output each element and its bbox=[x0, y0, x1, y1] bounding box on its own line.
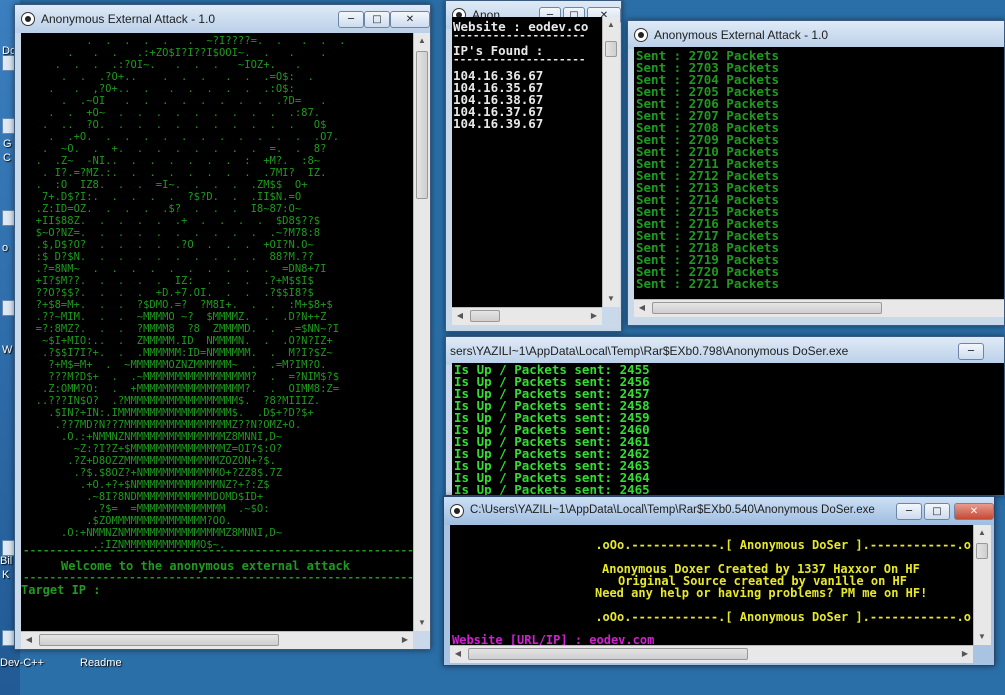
anonymous-mask-icon bbox=[21, 12, 35, 26]
titlebar[interactable]: sers\YAZILI~1\AppData\Local\Temp\Rar$EXb… bbox=[446, 337, 1004, 365]
window-title: sers\YAZILI~1\AppData\Local\Temp\Rar$EXb… bbox=[450, 344, 849, 358]
packet-status-line: Is Up / Packets sent: 2465 bbox=[454, 482, 650, 496]
anonymous-mask-icon bbox=[450, 504, 464, 518]
window-doser-540[interactable]: C:\Users\YAZILI~1\AppData\Local\Temp\Rar… bbox=[443, 496, 995, 666]
sent-packet-line: Sent : 2721 Packets bbox=[636, 276, 779, 291]
scroll-left-arrow-icon[interactable]: ◀ bbox=[453, 309, 467, 323]
scroll-up-arrow-icon[interactable]: ▲ bbox=[604, 18, 618, 32]
banner-bottom: .oOo.------------.[ Anonymous DoSer ].--… bbox=[595, 610, 971, 624]
minimize-button[interactable]: ─ bbox=[896, 503, 922, 520]
separator-line: -------------------- bbox=[453, 53, 586, 66]
scroll-left-arrow-icon[interactable]: ◀ bbox=[635, 301, 649, 315]
minimize-button[interactable]: ─ bbox=[958, 343, 984, 360]
titlebar[interactable]: C:\Users\YAZILI~1\AppData\Local\Temp\Rar… bbox=[444, 497, 994, 525]
console-output[interactable]: .oOo.------------.[ Anonymous DoSer ].--… bbox=[450, 525, 973, 645]
credit-line: Need any help or having problems? PM me … bbox=[595, 586, 928, 600]
minimize-button[interactable]: ─ bbox=[338, 11, 364, 28]
scroll-down-arrow-icon[interactable]: ▼ bbox=[415, 616, 429, 630]
banner-top: .oOo.------------.[ Anonymous DoSer ].--… bbox=[595, 538, 971, 552]
titlebar[interactable]: Anonymous External Attack - 1.0 bbox=[628, 21, 1004, 49]
window-external-attack-main[interactable]: Anonymous External Attack - 1.0 ─ □ ✕ . … bbox=[14, 4, 431, 650]
scroll-right-arrow-icon[interactable]: ▶ bbox=[398, 633, 412, 647]
scroll-thumb[interactable] bbox=[416, 51, 428, 199]
maximize-button[interactable]: □ bbox=[364, 11, 390, 28]
desktop-label: o bbox=[2, 242, 9, 254]
website-input-prompt[interactable]: Website [URL/IP] : eodev.com bbox=[452, 633, 654, 645]
maximize-button[interactable]: □ bbox=[924, 503, 950, 520]
console-output[interactable]: . . . . . . ~?I????=. . . . . . . . .:+Z… bbox=[21, 33, 413, 631]
close-button[interactable]: ✕ bbox=[954, 503, 994, 520]
vertical-scrollbar[interactable]: ▲ ▼ bbox=[602, 17, 620, 307]
desktop-label: C bbox=[3, 152, 11, 164]
scroll-thumb[interactable] bbox=[39, 634, 279, 646]
ip-entry: 104.16.39.67 bbox=[453, 116, 544, 131]
scroll-thumb[interactable] bbox=[652, 302, 882, 314]
separator-line: ----------------------------------------… bbox=[23, 544, 413, 557]
ascii-art-mask: . . . . . . ~?I????=. . . . . . . . .:+Z… bbox=[35, 35, 346, 551]
anonymous-mask-icon bbox=[634, 28, 648, 42]
horizontal-scrollbar[interactable]: ◀ ▶ bbox=[21, 631, 413, 649]
window-ip-finder[interactable]: Anon... ─ □ ✕ Website : eodev.co -------… bbox=[445, 0, 622, 332]
horizontal-scrollbar[interactable]: ◀ bbox=[634, 299, 1004, 317]
horizontal-scrollbar[interactable]: ◀ ▶ bbox=[450, 645, 973, 663]
console-output[interactable]: Sent : 2702 Packets Sent : 2703 Packets Se… bbox=[634, 47, 1004, 299]
separator-line: -------------------- bbox=[453, 29, 586, 42]
titlebar[interactable]: Anonymous External Attack - 1.0 ─ □ ✕ bbox=[15, 5, 430, 33]
console-output[interactable]: Website : eodev.co -------------------- … bbox=[452, 17, 602, 307]
close-button[interactable]: ✕ bbox=[390, 11, 430, 28]
scroll-down-arrow-icon[interactable]: ▼ bbox=[604, 292, 618, 306]
vertical-scrollbar[interactable]: ▲ ▼ bbox=[413, 33, 430, 631]
desktop-label: G bbox=[3, 138, 12, 150]
window-doser-798[interactable]: sers\YAZILI~1\AppData\Local\Temp\Rar$EXb… bbox=[445, 336, 1005, 496]
scroll-up-arrow-icon[interactable]: ▲ bbox=[415, 34, 429, 48]
scroll-thumb[interactable] bbox=[605, 41, 617, 57]
target-ip-prompt[interactable]: Target IP : bbox=[21, 583, 100, 597]
scroll-right-arrow-icon[interactable]: ▶ bbox=[958, 647, 972, 661]
window-title: Anonymous External Attack - 1.0 bbox=[41, 12, 216, 26]
window-external-attack-sender[interactable]: Anonymous External Attack - 1.0 Sent : 2… bbox=[627, 20, 1005, 326]
scroll-left-arrow-icon[interactable]: ◀ bbox=[22, 633, 36, 647]
desktop-label: K bbox=[2, 569, 10, 581]
desktop-label: Bil bbox=[0, 555, 13, 567]
scroll-down-arrow-icon[interactable]: ▼ bbox=[975, 630, 989, 644]
desktop-label-devcpp[interactable]: Dev-C++ bbox=[0, 657, 44, 669]
scroll-thumb[interactable] bbox=[470, 310, 500, 322]
scroll-thumb[interactable] bbox=[976, 543, 988, 559]
scroll-thumb[interactable] bbox=[468, 648, 748, 660]
scroll-right-arrow-icon[interactable]: ▶ bbox=[587, 309, 601, 323]
horizontal-scrollbar[interactable]: ◀ ▶ bbox=[452, 307, 602, 325]
window-title: Anonymous External Attack - 1.0 bbox=[654, 28, 829, 42]
window-title: C:\Users\YAZILI~1\AppData\Local\Temp\Rar… bbox=[470, 504, 875, 516]
scroll-up-arrow-icon[interactable]: ▲ bbox=[975, 526, 989, 540]
vertical-scrollbar[interactable]: ▲ ▼ bbox=[973, 525, 991, 645]
desktop-label: W bbox=[2, 344, 13, 356]
console-output[interactable]: Is Up / Packets sent: 2455 Is Up / Packet… bbox=[452, 363, 1004, 496]
desktop-label-readme[interactable]: Readme bbox=[80, 657, 122, 669]
scroll-left-arrow-icon[interactable]: ◀ bbox=[451, 647, 465, 661]
